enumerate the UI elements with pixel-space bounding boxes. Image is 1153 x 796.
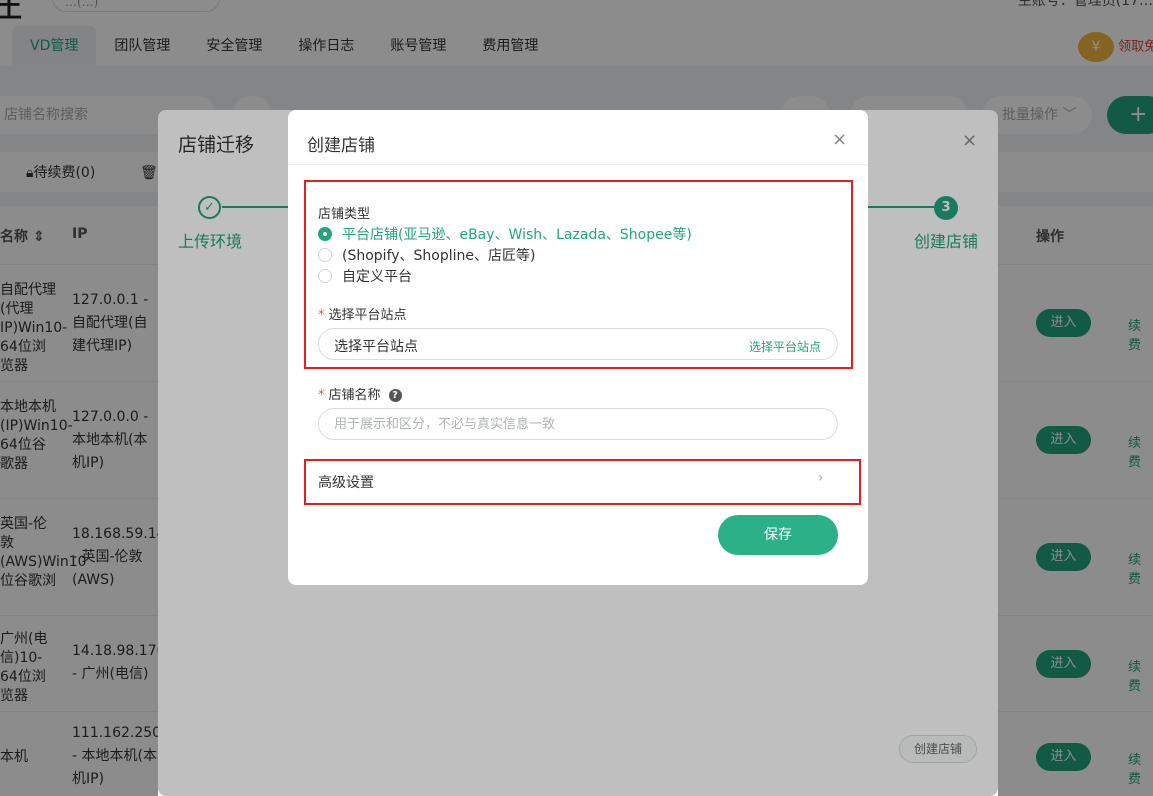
shop-name-label: * 店铺名称? — [318, 384, 402, 403]
modal-header: 创建店铺 × — [288, 110, 868, 165]
required-mark: * — [318, 308, 325, 323]
radio-checked-icon — [318, 227, 332, 241]
shop-name-label-text: 店铺名称 — [328, 388, 381, 403]
modal-title: 创建店铺 — [307, 136, 375, 156]
help-icon[interactable]: ? — [388, 389, 402, 402]
advanced-settings-row[interactable]: 高级设置 › — [318, 470, 833, 492]
create-shop-modal: 创建店铺 × 店铺类型 平台店铺(亚马逊、eBay、Wish、Lazada、Sh… — [288, 110, 868, 585]
chevron-right-icon: › — [818, 470, 824, 486]
platform-site-value: 选择平台站点 — [334, 339, 418, 355]
select-platform-site-link[interactable]: 选择平台站点 — [749, 338, 821, 355]
radio-custom-platform[interactable]: 自定义平台 — [318, 267, 412, 285]
platform-site-select[interactable]: 选择平台站点 选择平台站点 — [318, 328, 838, 360]
radio-label: 自定义平台 — [342, 269, 412, 285]
advanced-settings-label: 高级设置 — [318, 475, 374, 491]
radio-platform-shop[interactable]: 平台店铺(亚马逊、eBay、Wish、Lazada、Shopee等) — [318, 225, 692, 243]
required-mark: * — [318, 388, 325, 403]
radio-independent-site[interactable]: (Shopify、Shopline、店匠等) — [318, 246, 535, 264]
radio-unchecked-icon — [318, 248, 332, 262]
radio-label: 平台店铺(亚马逊、eBay、Wish、Lazada、Shopee等) — [342, 227, 692, 243]
radio-unchecked-icon — [318, 269, 332, 283]
shop-type-label: 店铺类型 — [318, 207, 371, 222]
save-button[interactable]: 保存 — [718, 515, 838, 555]
close-icon[interactable]: × — [832, 130, 847, 150]
platform-site-label: * 选择平台站点 — [318, 304, 407, 323]
shop-name-field[interactable] — [318, 408, 838, 440]
shop-name-input[interactable] — [319, 409, 719, 439]
platform-site-label-text: 选择平台站点 — [328, 308, 407, 323]
radio-label: (Shopify、Shopline、店匠等) — [342, 248, 536, 264]
